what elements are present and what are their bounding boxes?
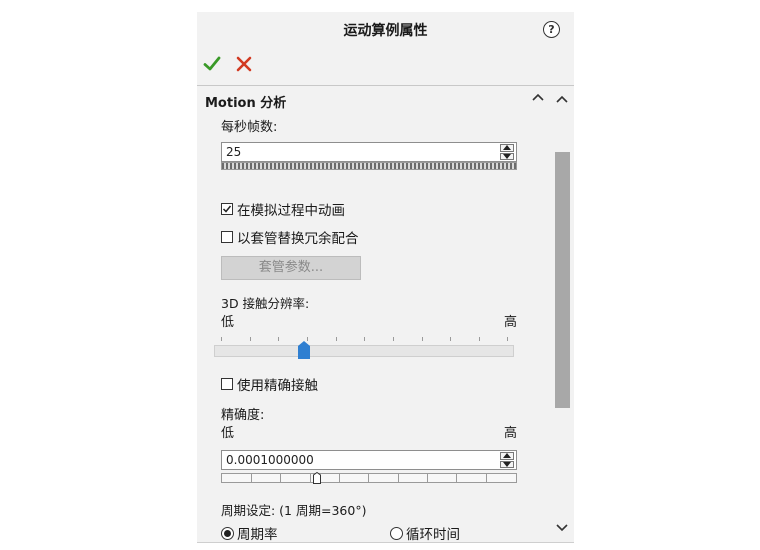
- spin-up-arrow-icon: [503, 145, 511, 151]
- bushing-parameters-button: 套管参数...: [221, 256, 361, 280]
- accuracy-slider-thumb[interactable]: [313, 472, 321, 484]
- slider-tick: [251, 474, 252, 482]
- replace-with-bushings-option[interactable]: 以套管替换冗余配合: [221, 227, 359, 247]
- cycle-time-label: 循环时间: [406, 527, 460, 543]
- fps-value: 25: [226, 145, 242, 159]
- slider-tick: [427, 474, 428, 482]
- bushing-label: 以套管替换冗余配合: [237, 231, 359, 247]
- accuracy-label: 精确度:: [221, 408, 265, 423]
- slider-tick: [479, 337, 480, 341]
- slider-tick: [278, 337, 279, 341]
- slider-tick: [393, 337, 394, 341]
- fps-spin-field[interactable]: 25: [221, 142, 517, 162]
- period-rate-radio[interactable]: [221, 526, 234, 540]
- slider-thumb[interactable]: [298, 341, 310, 359]
- period-rate-label: 周期率: [237, 527, 278, 543]
- contact-high-label: 高: [504, 315, 518, 330]
- scrollbar-thumb[interactable]: [555, 152, 570, 408]
- contact-low-label: 低: [221, 315, 235, 330]
- slider-tick: [507, 337, 508, 341]
- animate-checkbox[interactable]: [221, 203, 233, 215]
- fps-label: 每秒帧数:: [221, 120, 278, 135]
- slider-tick: [310, 474, 311, 482]
- cancel-close-icon[interactable]: [235, 55, 253, 73]
- slider-tick: [336, 337, 337, 341]
- accuracy-spin-buttons: [500, 452, 514, 468]
- accuracy-spin-field[interactable]: 0.0001000000: [221, 450, 517, 470]
- spin-up-arrow-icon: [503, 453, 511, 459]
- slider-tick: [456, 474, 457, 482]
- cycle-time-radio[interactable]: [390, 526, 403, 540]
- accuracy-low-label: 低: [221, 426, 235, 441]
- animate-label: 在模拟过程中动画: [237, 203, 345, 219]
- bushing-checkbox[interactable]: [221, 231, 233, 243]
- collapse-chevron-up-icon[interactable]: [531, 90, 545, 104]
- fps-thumbwheel[interactable]: [221, 162, 517, 170]
- fps-spin-down-button[interactable]: [500, 152, 514, 160]
- accuracy-spin-down-button[interactable]: [500, 460, 514, 468]
- slider-tick: [339, 474, 340, 482]
- slider-tick: [364, 337, 365, 341]
- help-icon[interactable]: ?: [543, 21, 560, 38]
- period-rate-option[interactable]: 周期率: [221, 523, 278, 543]
- panel-title-bar: 运动算例属性: [197, 12, 574, 48]
- accuracy-slider[interactable]: [221, 472, 517, 484]
- scroll-up-chevron-icon[interactable]: [555, 92, 569, 106]
- slider-tick: [250, 337, 251, 341]
- contact-resolution-label: 3D 接触分辨率:: [221, 296, 310, 311]
- panel-title: 运动算例属性: [343, 23, 428, 39]
- accuracy-high-label: 高: [504, 426, 518, 441]
- spin-down-arrow-icon: [503, 153, 511, 159]
- action-buttons: [203, 52, 253, 76]
- radio-selected-dot: [224, 529, 231, 537]
- slider-tick: [450, 337, 451, 341]
- slider-track[interactable]: [214, 345, 514, 357]
- section-title: Motion 分析: [205, 96, 287, 111]
- slider-tick: [368, 474, 369, 482]
- fps-spin-up-button[interactable]: [500, 144, 514, 152]
- spin-down-arrow-icon: [503, 461, 511, 467]
- slider-tick: [398, 474, 399, 482]
- precise-contact-label: 使用精确接触: [237, 378, 318, 394]
- motion-analysis-section: Motion 分析 每秒帧数: 25 在模拟过程中动画 以套管替换冗余配合 套管…: [197, 86, 550, 542]
- precise-contact-option[interactable]: 使用精确接触: [221, 374, 318, 394]
- slider-tick: [280, 474, 281, 482]
- checkmark-icon: [222, 205, 232, 213]
- period-setting-label: 周期设定: (1 周期=360°): [221, 503, 367, 518]
- vertical-scrollbar[interactable]: [550, 86, 574, 542]
- slider-tick: [486, 474, 487, 482]
- scroll-down-chevron-icon[interactable]: [555, 520, 569, 534]
- motion-study-properties-panel: 运动算例属性 ? Motion 分析 每秒帧数: 25 在模拟过程中动画 以套管…: [197, 12, 574, 543]
- accuracy-value: 0.0001000000: [226, 453, 314, 467]
- cycle-time-option[interactable]: 循环时间: [390, 523, 460, 543]
- accuracy-spin-up-button[interactable]: [500, 452, 514, 460]
- slider-tick: [221, 337, 222, 341]
- ok-checkmark-icon[interactable]: [203, 55, 221, 73]
- fps-spin-buttons: [500, 144, 514, 160]
- precise-contact-checkbox[interactable]: [221, 378, 233, 390]
- slider-tick: [422, 337, 423, 341]
- animate-during-simulation-option[interactable]: 在模拟过程中动画: [221, 199, 345, 219]
